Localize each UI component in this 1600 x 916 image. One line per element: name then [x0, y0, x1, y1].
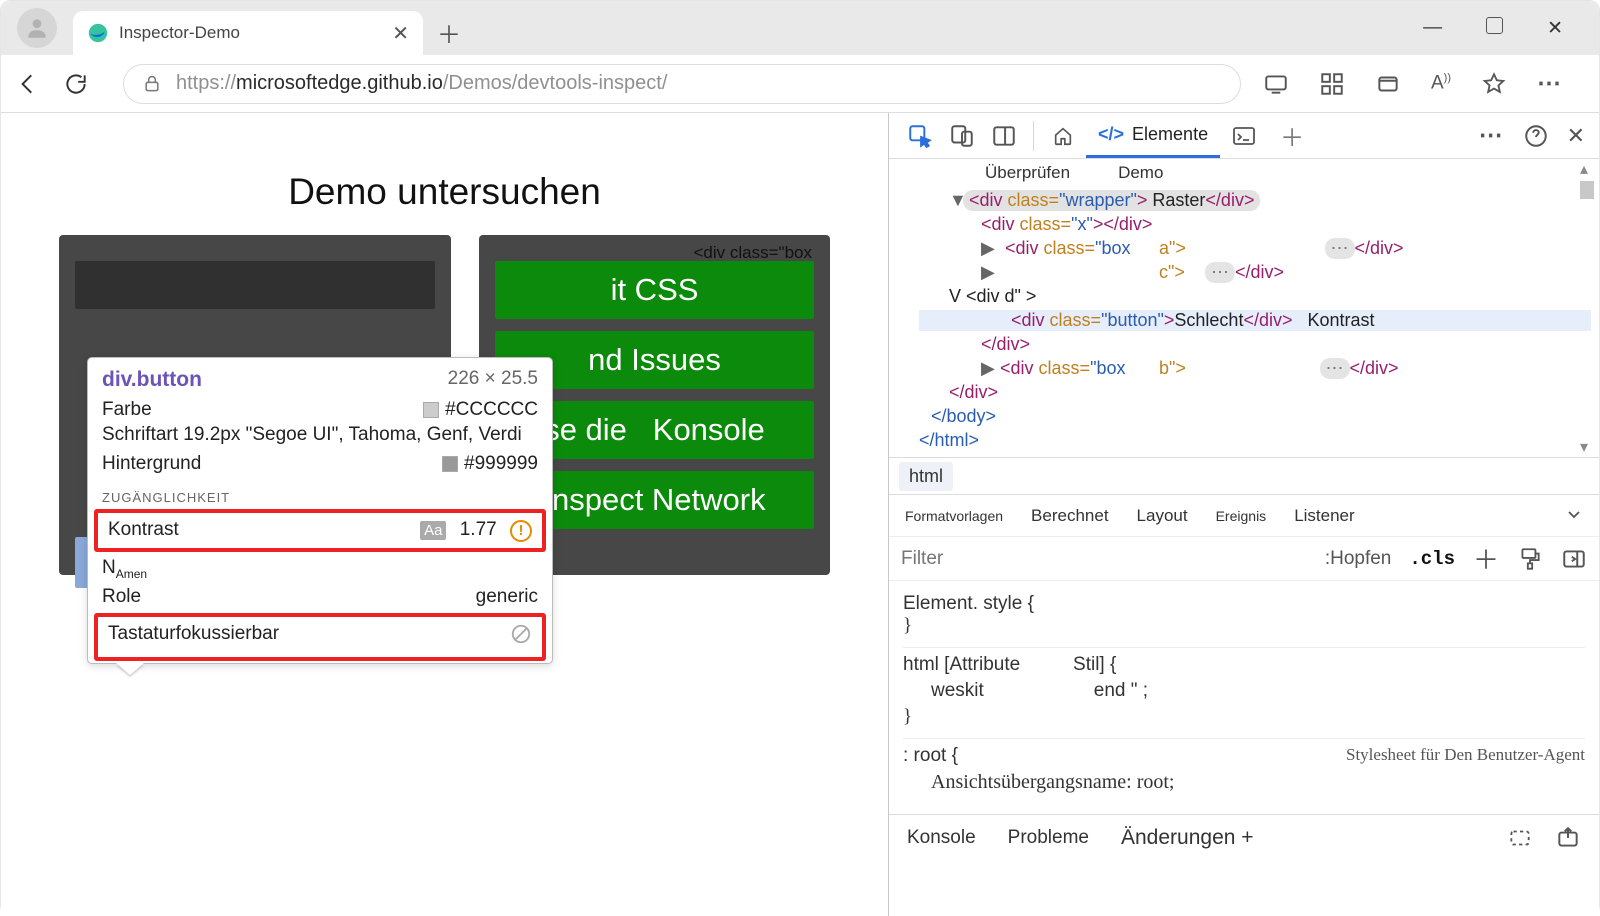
- add-rule-icon[interactable]: ＋: [1473, 540, 1499, 577]
- browser-tab[interactable]: Inspector-Demo ✕: [73, 11, 423, 55]
- person-icon: [24, 15, 50, 41]
- tooltip-name-label: NAmen: [102, 557, 147, 581]
- aa-badge-icon: Aa: [420, 521, 446, 540]
- box-overlay-label: <div class="box: [694, 243, 813, 263]
- tab-event[interactable]: Ereignis: [1216, 508, 1267, 524]
- home-icon: [1052, 125, 1074, 147]
- drawer-expand-icon[interactable]: [1555, 825, 1581, 851]
- tab-add[interactable]: ＋: [1268, 108, 1316, 163]
- tooltip-contrast-highlight: Kontrast Aa 1.77 !: [94, 509, 546, 552]
- breadcrumb-html[interactable]: html: [899, 462, 953, 491]
- no-icon: [510, 623, 532, 651]
- tooltip-keyboard-highlight: Tastaturfokussierbar: [94, 613, 546, 661]
- tab-layout[interactable]: Layout: [1137, 506, 1188, 526]
- cast-icon[interactable]: [1263, 71, 1289, 97]
- url-field[interactable]: https://microsoftedge.github.io/Demos/de…: [123, 64, 1241, 104]
- profile-avatar[interactable]: [17, 8, 57, 48]
- url-text: https://microsoftedge.github.io/Demos/de…: [176, 72, 667, 95]
- tooltip-color-value: #CCCCCC: [423, 399, 538, 421]
- drawer-tab-console[interactable]: Konsole: [907, 827, 976, 849]
- refresh-button[interactable]: [63, 71, 89, 97]
- tooltip-a11y-header: ZUGÄNGLICHKEIT: [88, 478, 552, 507]
- titlebar: Inspector-Demo ✕ ＋ — ✕: [1, 1, 1599, 55]
- cls-toggle[interactable]: .cls: [1409, 548, 1455, 570]
- drawer-errors-icon[interactable]: [1507, 825, 1533, 851]
- help-icon[interactable]: [1523, 123, 1549, 149]
- tab-title: Inspector-Demo: [119, 23, 240, 43]
- devtools-toolbar: </> Elemente ＋ ✕: [889, 113, 1599, 159]
- minimize-icon[interactable]: —: [1423, 17, 1442, 40]
- tooltip-selector: div.button: [102, 368, 202, 392]
- css-button[interactable]: it CSS: [495, 261, 814, 319]
- tooltip-contrast-label: Kontrast: [108, 519, 179, 542]
- paint-icon[interactable]: [1517, 546, 1543, 572]
- rendered-page: Demo untersuchen Bad Contrast <div class…: [1, 113, 889, 916]
- devtools-more-icon[interactable]: [1479, 121, 1505, 150]
- back-button[interactable]: [15, 71, 41, 97]
- dom-scrollbar[interactable]: ▴▾: [1577, 159, 1597, 457]
- styles-rules[interactable]: Element. style { } html [Attribute Stil]…: [889, 581, 1599, 814]
- page-title: Demo untersuchen: [1, 113, 888, 213]
- tab-computed[interactable]: Berechnet: [1031, 506, 1109, 526]
- styles-filter-input[interactable]: [901, 548, 1307, 570]
- ua-stylesheet-label: Stylesheet für Den Benutzer-Agent: [1346, 745, 1585, 765]
- tooltip-bg-value: #999999: [442, 453, 538, 475]
- address-bar: https://microsoftedge.github.io/Demos/de…: [1, 55, 1599, 113]
- read-aloud-icon[interactable]: A)): [1431, 72, 1451, 94]
- tab-welcome[interactable]: [1040, 115, 1086, 157]
- favorite-icon[interactable]: [1481, 71, 1507, 97]
- tooltip-role-label: Role: [102, 586, 141, 608]
- close-devtools-icon[interactable]: ✕: [1567, 123, 1585, 149]
- breadcrumbs[interactable]: html: [889, 457, 1599, 495]
- maximize-icon[interactable]: [1486, 17, 1503, 40]
- tooltip-role-value: generic: [476, 586, 538, 608]
- devtools-drawer: Konsole Probleme Änderungen +: [889, 814, 1599, 860]
- inspect-tooltip: div.button 226 × 25.5 Farbe #CCCCCC Schr…: [87, 357, 553, 664]
- dock-side-icon[interactable]: [991, 123, 1017, 149]
- tooltip-dimensions: 226 × 25.5: [448, 368, 538, 392]
- tab-actions-icon[interactable]: [1375, 71, 1401, 97]
- edge-icon: [87, 22, 109, 44]
- warning-icon: !: [510, 520, 532, 542]
- code-icon: </>: [1098, 124, 1124, 145]
- device-emulation-toggle[interactable]: [949, 123, 975, 149]
- dom-tree[interactable]: ÜberprüfenDemo ▼<div class="wrapper"> Ra…: [889, 159, 1599, 457]
- inspect-element-toggle[interactable]: [907, 123, 933, 149]
- hov-toggle[interactable]: :Hopfen: [1325, 548, 1392, 570]
- expand-icon[interactable]: [1565, 506, 1583, 526]
- styles-filter-row: :Hopfen .cls ＋: [889, 537, 1599, 581]
- close-tab-icon[interactable]: ✕: [392, 21, 409, 46]
- tab-elements[interactable]: </> Elemente: [1086, 114, 1220, 158]
- tooltip-bg-label: Hintergrund: [102, 453, 201, 475]
- dom-row-selected[interactable]: <div class="button">Schlecht</div> Kontr…: [919, 310, 1591, 331]
- lock-icon: [142, 74, 162, 94]
- tab-listener[interactable]: Listener: [1294, 506, 1354, 526]
- qr-icon[interactable]: [1319, 71, 1345, 97]
- dom-row-d[interactable]: V <div d" >: [919, 286, 1591, 307]
- new-tab-button[interactable]: ＋: [437, 15, 461, 50]
- tooltip-color-label: Farbe: [102, 399, 152, 421]
- console-icon: [1232, 126, 1256, 146]
- tooltip-contrast-value: Aa 1.77 !: [420, 519, 532, 542]
- drawer-tab-issues[interactable]: Probleme: [1008, 827, 1089, 849]
- main-split: Demo untersuchen Bad Contrast <div class…: [1, 113, 1599, 916]
- tab-console-icon[interactable]: [1220, 116, 1268, 156]
- styles-tabs: Formatvorlagen Berechnet Layout Ereignis…: [889, 495, 1599, 537]
- tab-styles[interactable]: Formatvorlagen: [905, 508, 1003, 524]
- tooltip-keyboard-label: Tastaturfokussierbar: [108, 623, 279, 651]
- sidebar-toggle-icon[interactable]: [1561, 546, 1587, 572]
- devtools-panel: </> Elemente ＋ ✕ ÜberprüfenDemo ▼<div cl…: [889, 113, 1599, 916]
- tooltip-font: Schriftart 19.2px "Segoe UI", Tahoma, Ge…: [88, 424, 552, 450]
- close-window-icon[interactable]: ✕: [1547, 17, 1563, 40]
- more-menu-icon[interactable]: [1537, 69, 1563, 98]
- drawer-tab-changes[interactable]: Änderungen +: [1121, 826, 1254, 850]
